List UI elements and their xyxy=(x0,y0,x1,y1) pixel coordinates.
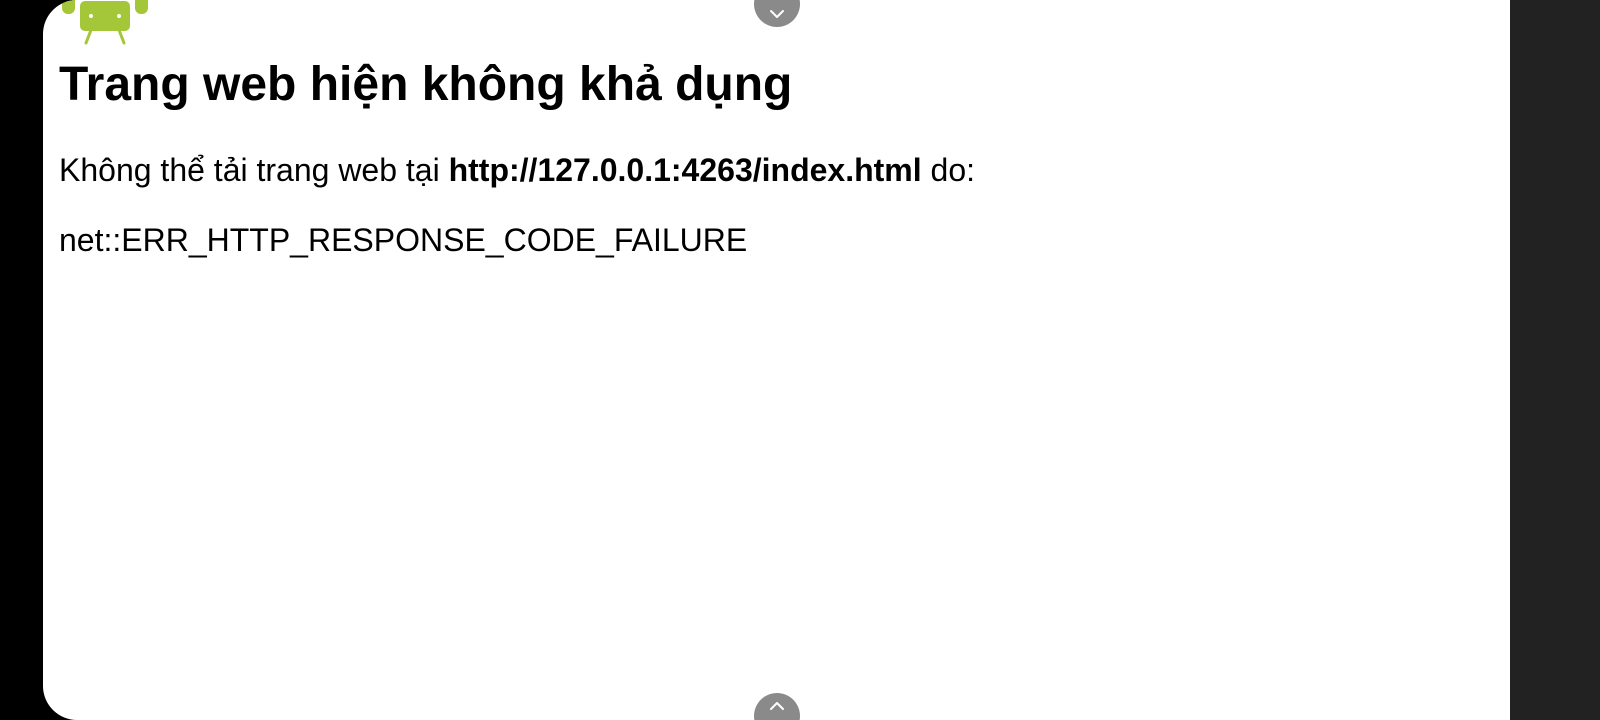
chevron-down-icon xyxy=(770,10,784,18)
side-panel xyxy=(1510,0,1600,720)
page-title: Trang web hiện không khả dụng xyxy=(59,58,793,111)
device-screen: Trang web hiện không khả dụng Không thể … xyxy=(0,0,1600,720)
android-robot-icon xyxy=(62,0,148,45)
left-edge xyxy=(0,0,43,720)
error-message-suffix: do: xyxy=(921,152,976,188)
error-message-prefix: Không thể tải trang web tại xyxy=(59,152,449,188)
webview[interactable]: Trang web hiện không khả dụng Không thể … xyxy=(43,0,1510,720)
error-code: net::ERR_HTTP_RESPONSE_CODE_FAILURE xyxy=(59,222,748,258)
error-message: Không thể tải trang web tại http://127.0… xyxy=(59,150,975,190)
chevron-up-icon xyxy=(770,702,784,710)
error-url: http://127.0.0.1:4263/index.html xyxy=(448,152,922,188)
